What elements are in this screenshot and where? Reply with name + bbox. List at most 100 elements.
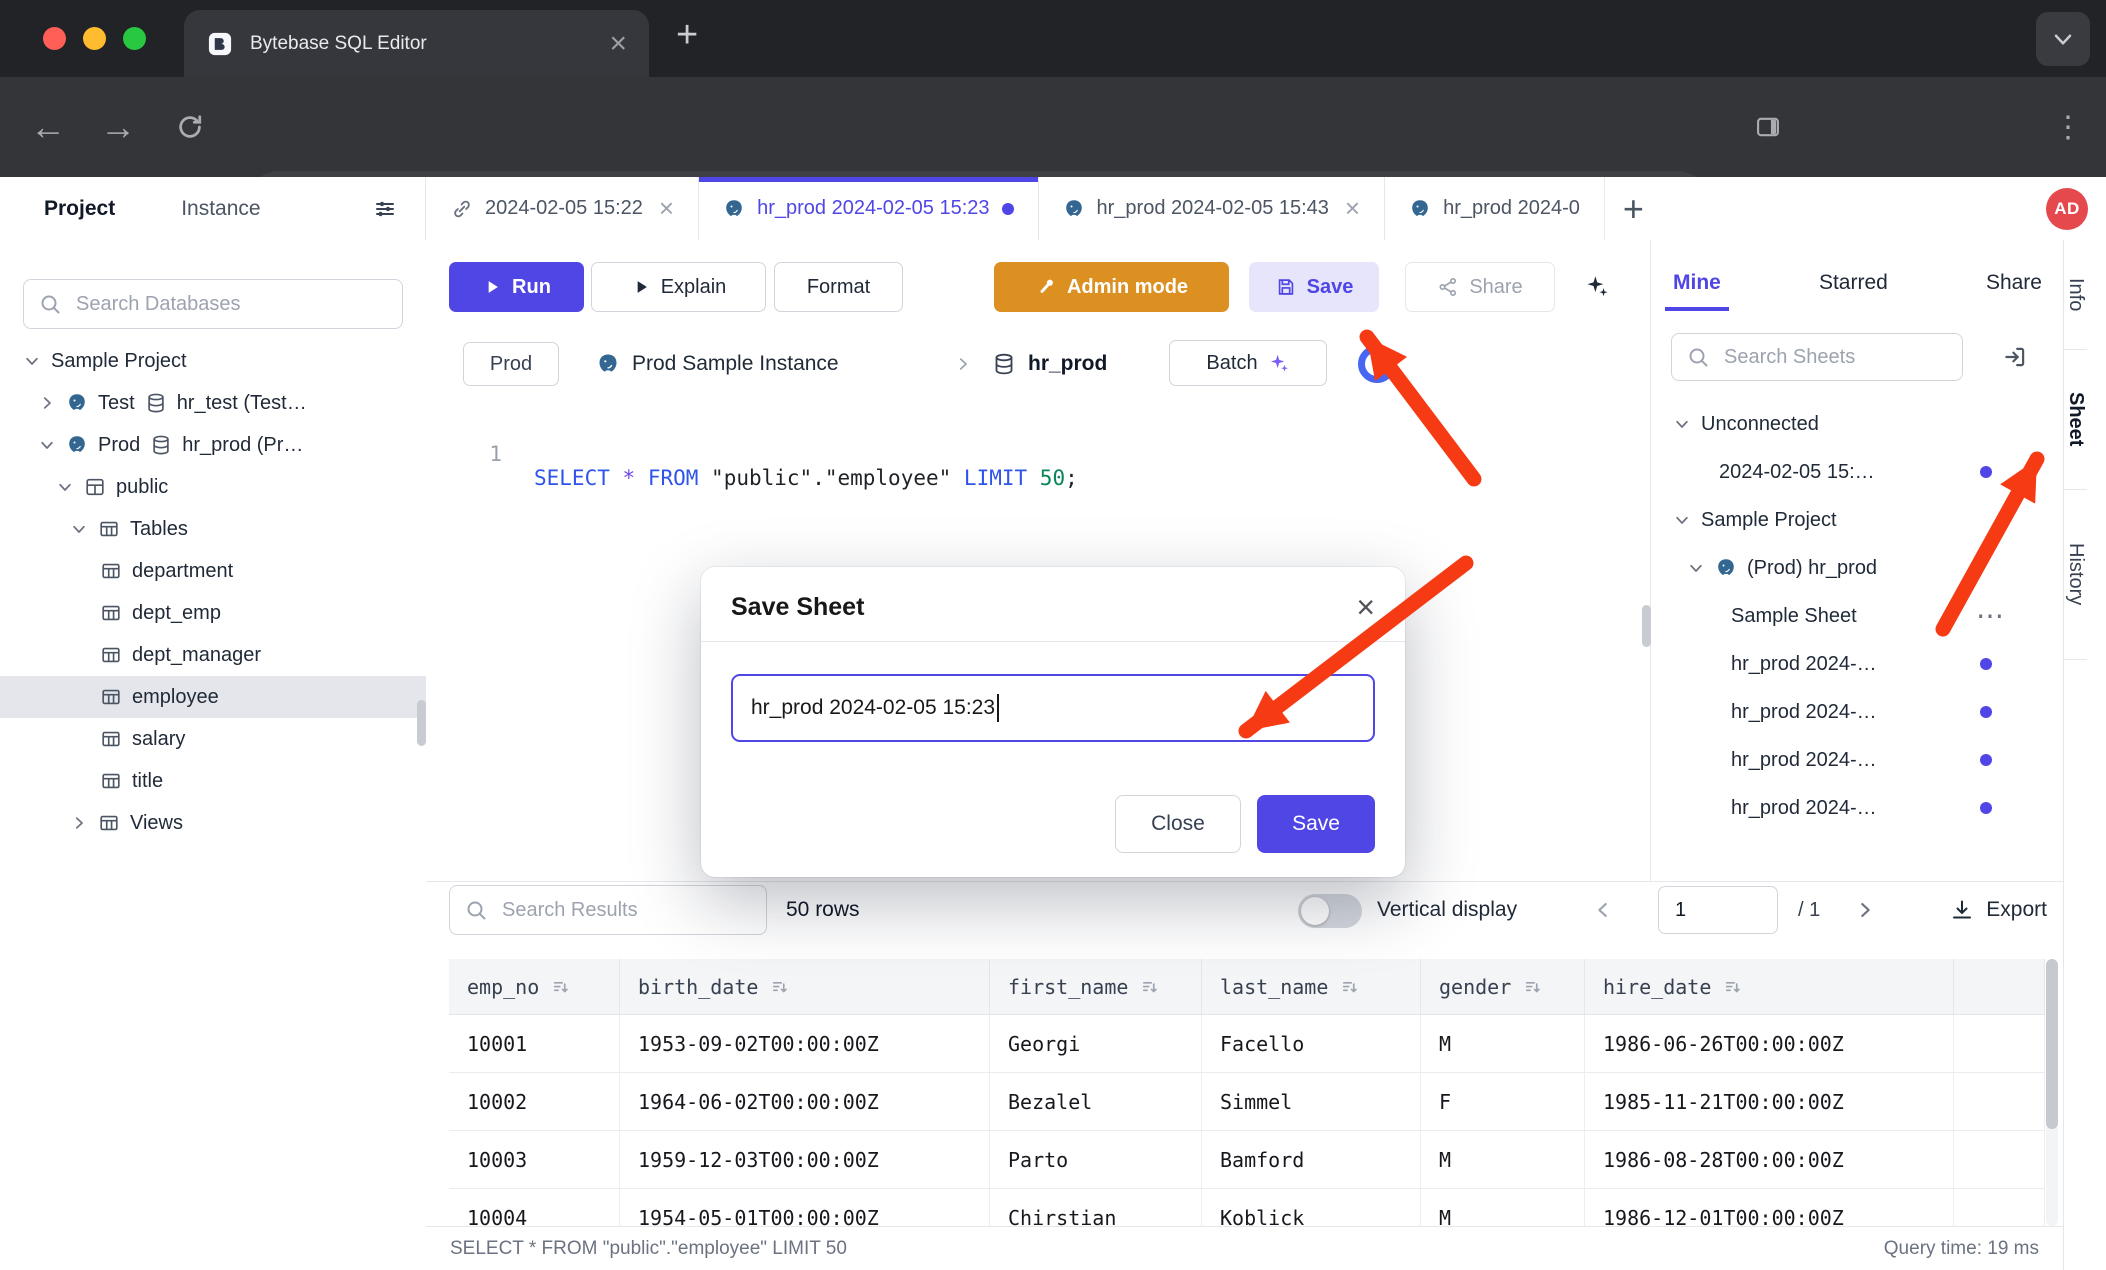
new-sheet-tab-button[interactable]: + xyxy=(1605,177,1662,240)
tree-item-views[interactable]: Views xyxy=(0,802,426,844)
unlink-icon xyxy=(451,198,473,220)
sheet-item-sample-sheet[interactable]: Sample Sheet⋯ xyxy=(1651,592,2064,640)
sheet-item-sample-project[interactable]: Sample Project xyxy=(1651,496,2064,544)
sidebar-resize-handle[interactable] xyxy=(417,700,426,746)
column-header-birth-date[interactable]: birth_date xyxy=(620,959,990,1014)
tab-search-button[interactable] xyxy=(2036,12,2090,66)
sheet-search[interactable] xyxy=(1671,333,1963,381)
table-row[interactable]: 100041954-05-01T00:00:00ZChirstianKoblic… xyxy=(449,1189,2045,1226)
caret-down-icon xyxy=(1673,511,1691,529)
close-tab-icon[interactable]: × xyxy=(659,193,674,224)
close-tab-icon[interactable]: × xyxy=(1345,193,1360,224)
sheet-item-unconnected[interactable]: Unconnected xyxy=(1651,400,2064,448)
column-header-hire-date[interactable]: hire_date xyxy=(1585,959,1954,1014)
sheet-item-2024-02-05-15[interactable]: 2024-02-05 15:… xyxy=(1651,448,2064,496)
breadcrumb-database[interactable]: hr_prod xyxy=(992,339,1107,389)
export-button[interactable]: Export xyxy=(1950,882,2047,938)
rail-tab-info[interactable]: Info xyxy=(2064,240,2087,350)
column-header-emp-no[interactable]: emp_no xyxy=(449,959,620,1014)
tree-item-test[interactable]: Testhr_test (Test… xyxy=(0,382,426,424)
window-minimize-button[interactable] xyxy=(83,27,106,50)
ai-sparkle-icon[interactable] xyxy=(1584,273,1610,299)
column-header-gender[interactable]: gender xyxy=(1421,959,1585,1014)
sheet-item-hr-prod-2024[interactable]: hr_prod 2024-… xyxy=(1651,784,2064,832)
forward-button[interactable]: → xyxy=(88,77,148,177)
format-button[interactable]: Format xyxy=(774,262,903,312)
tree-item-public[interactable]: public xyxy=(0,466,426,508)
prev-page-button[interactable] xyxy=(1592,882,1614,938)
sheet-item-hr-prod-2024[interactable]: hr_prod 2024-… xyxy=(1651,688,2064,736)
breadcrumb-instance[interactable]: Prod Sample Instance xyxy=(596,339,839,389)
sheet-tab-share[interactable]: Share xyxy=(1986,271,2042,295)
results-search-input[interactable] xyxy=(500,898,752,923)
admin-mode-button[interactable]: Admin mode xyxy=(994,262,1229,312)
editor-tab-hr-prod-2024-02-05-15-43[interactable]: hr_prod 2024-02-05 15:43× xyxy=(1039,177,1386,240)
tree-item-dept-manager[interactable]: dept_manager xyxy=(0,634,426,676)
run-button[interactable]: Run xyxy=(449,262,584,312)
save-button[interactable]: Save xyxy=(1249,262,1379,312)
editor-tab-hr-prod-2024-02-05-15-23[interactable]: hr_prod 2024-02-05 15:23 xyxy=(699,177,1038,240)
browser-tab[interactable]: Bytebase SQL Editor × xyxy=(184,10,649,77)
back-button[interactable]: ← xyxy=(18,77,78,177)
table-row[interactable]: 100011953-09-02T00:00:00ZGeorgiFacelloM1… xyxy=(449,1015,2045,1073)
dialog-close-button[interactable]: Close xyxy=(1115,795,1241,853)
connection-breadcrumb: Prod Prod Sample Instance hr_prod Batch xyxy=(426,339,1650,390)
table-scrollbar-thumb[interactable] xyxy=(2046,959,2058,1129)
close-browser-tab-icon[interactable]: × xyxy=(609,29,627,59)
database-search-input[interactable] xyxy=(74,292,388,317)
column-header-first-name[interactable]: first_name xyxy=(990,959,1202,1014)
tree-item-title[interactable]: title xyxy=(0,760,426,802)
sheet-tab-mine[interactable]: Mine xyxy=(1673,271,1721,295)
sheet-panel-resize-handle[interactable] xyxy=(1642,605,1651,647)
browser-menu-button[interactable]: ⋮ xyxy=(2040,77,2096,177)
more-actions-icon[interactable]: ⋯ xyxy=(1976,602,2004,630)
filter-sliders-icon[interactable] xyxy=(373,197,397,221)
rail-tab-sheet[interactable]: Sheet xyxy=(2064,350,2087,490)
table-row[interactable]: 100031959-12-03T00:00:00ZPartoBamfordM19… xyxy=(449,1131,2045,1189)
tab-project[interactable]: Project xyxy=(44,197,115,221)
help-circle-icon[interactable] xyxy=(1358,345,1396,383)
side-panel-button[interactable] xyxy=(1736,77,1800,177)
sheet-item-hr-prod-2024[interactable]: hr_prod 2024-… xyxy=(1651,640,2064,688)
tree-item-employee[interactable]: employee xyxy=(0,676,426,718)
sql-editor[interactable]: 1 SELECT * FROM "public"."employee" LIMI… xyxy=(426,418,1650,452)
editor-tab-hr-prod-2024-0[interactable]: hr_prod 2024-0 xyxy=(1385,177,1605,240)
column-header-last-name[interactable]: last_name xyxy=(1202,959,1421,1014)
avatar[interactable]: AD xyxy=(2046,188,2088,230)
editor-tab-2024-02-05-15-22[interactable]: 2024-02-05 15:22× xyxy=(427,177,699,240)
sql-token: LIMIT xyxy=(964,466,1027,490)
table-cell: Georgi xyxy=(990,1015,1202,1072)
table-row[interactable]: 100021964-06-02T00:00:00ZBezalelSimmelF1… xyxy=(449,1073,2045,1131)
tree-item-sample-project[interactable]: Sample Project xyxy=(0,340,426,382)
import-sheet-icon[interactable] xyxy=(2002,344,2028,370)
tree-item-dept-emp[interactable]: dept_emp xyxy=(0,592,426,634)
tree-item-tables[interactable]: Tables xyxy=(0,508,426,550)
rail-tab-history[interactable]: History xyxy=(2064,490,2087,660)
batch-button[interactable]: Batch xyxy=(1169,340,1327,386)
sheet-tab-starred[interactable]: Starred xyxy=(1819,271,1888,295)
tree-item-prod[interactable]: Prodhr_prod (Pr… xyxy=(0,424,426,466)
window-zoom-button[interactable] xyxy=(123,27,146,50)
sheet-search-input[interactable] xyxy=(1722,345,1948,370)
sheet-name-input[interactable]: hr_prod 2024-02-05 15:23 xyxy=(731,674,1375,742)
window-close-button[interactable] xyxy=(43,27,66,50)
vertical-display-toggle[interactable] xyxy=(1298,894,1362,928)
database-search[interactable] xyxy=(23,279,403,329)
reload-button[interactable] xyxy=(158,77,222,177)
environment-chip[interactable]: Prod xyxy=(463,342,559,386)
tree-item-department[interactable]: department xyxy=(0,550,426,592)
next-page-button[interactable] xyxy=(1854,882,1876,938)
sql-token xyxy=(635,466,648,490)
tree-item-salary[interactable]: salary xyxy=(0,718,426,760)
dialog-close-icon[interactable]: × xyxy=(1356,591,1375,623)
sheet-item-prod-hr-prod[interactable]: (Prod) hr_prod xyxy=(1651,544,2064,592)
results-table: emp_nobirth_datefirst_namelast_namegende… xyxy=(449,959,2045,1226)
dialog-save-button[interactable]: Save xyxy=(1257,795,1375,853)
page-number-input[interactable] xyxy=(1658,886,1778,934)
new-browser-tab-button[interactable]: + xyxy=(676,14,698,57)
tab-instance[interactable]: Instance xyxy=(181,197,260,221)
results-search[interactable] xyxy=(449,885,767,935)
explain-button[interactable]: Explain xyxy=(591,262,766,312)
sheet-item-hr-prod-2024[interactable]: hr_prod 2024-… xyxy=(1651,736,2064,784)
share-button[interactable]: Share xyxy=(1405,262,1555,312)
